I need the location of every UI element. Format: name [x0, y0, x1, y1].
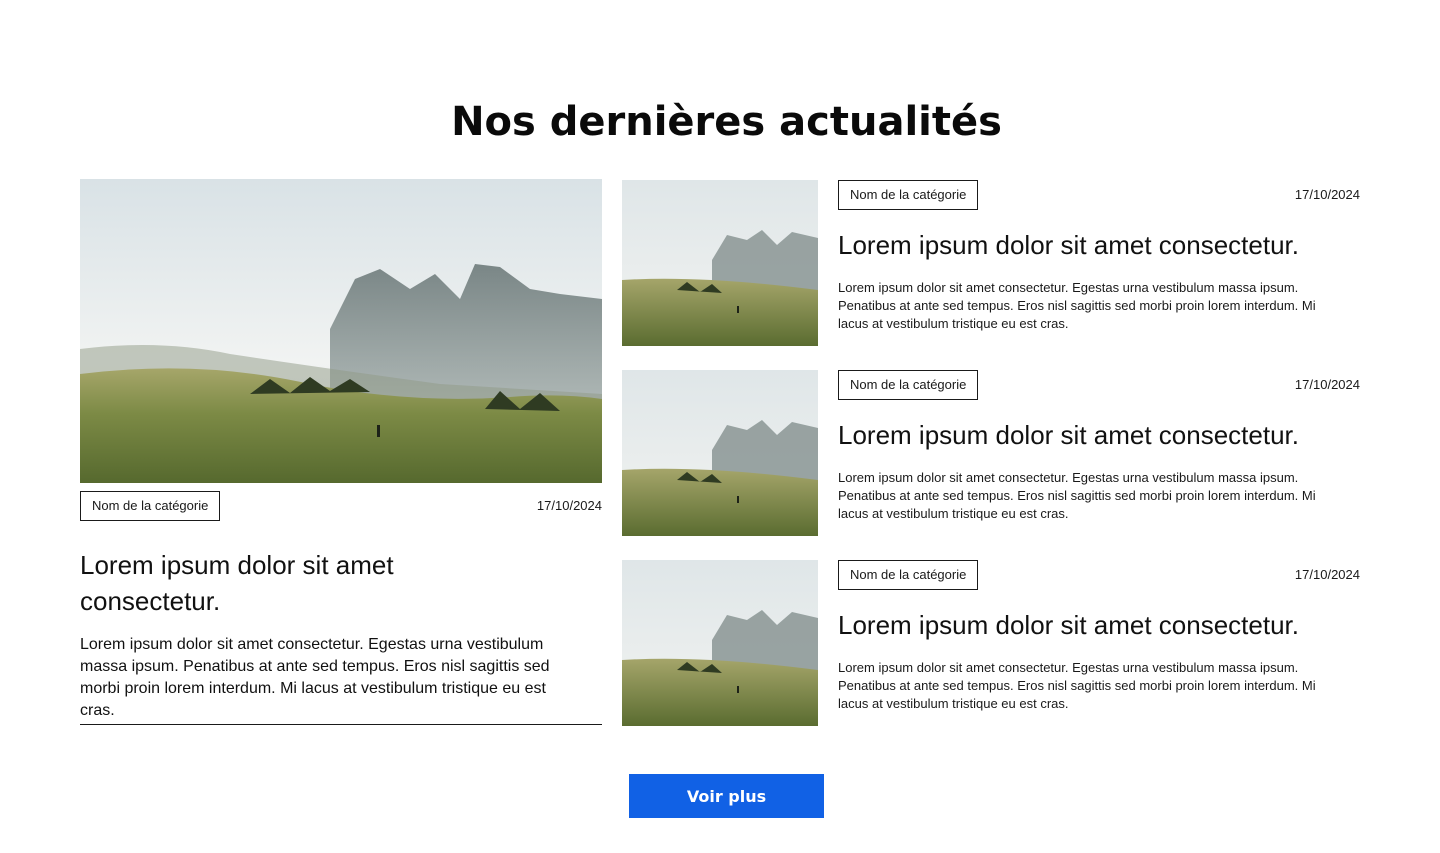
landscape-photo-icon	[622, 180, 818, 346]
article-title[interactable]: Lorem ipsum dolor sit amet consectetur.	[838, 609, 1378, 641]
article-thumbnail[interactable]	[622, 560, 818, 726]
article-date: 17/10/2024	[1294, 377, 1360, 392]
article-thumbnail[interactable]	[622, 180, 818, 346]
featured-category-tag[interactable]: Nom de la catégorie	[80, 491, 221, 521]
article-excerpt: Lorem ipsum dolor sit amet consectetur. …	[838, 660, 1316, 711]
article-category-tag[interactable]: Nom de la catégorie	[838, 560, 979, 590]
article-category-tag[interactable]: Nom de la catégorie	[838, 370, 979, 400]
landscape-photo-icon	[622, 560, 818, 726]
featured-title[interactable]: Lorem ipsum dolor sit amet consectetur.	[80, 547, 400, 619]
featured-excerpt: Lorem ipsum dolor sit amet consectetur. …	[80, 636, 550, 719]
article-title[interactable]: Lorem ipsum dolor sit amet consectetur.	[838, 419, 1378, 451]
section-title: Nos dernières actualités	[451, 99, 1002, 145]
featured-divider	[80, 724, 602, 725]
article-title[interactable]: Lorem ipsum dolor sit amet consectetur.	[838, 229, 1378, 261]
landscape-photo-icon	[80, 179, 602, 483]
article-excerpt: Lorem ipsum dolor sit amet consectetur. …	[838, 280, 1316, 331]
article-thumbnail[interactable]	[622, 370, 818, 536]
article-excerpt: Lorem ipsum dolor sit amet consectetur. …	[838, 470, 1316, 521]
voir-plus-button[interactable]: Voir plus	[629, 774, 824, 818]
featured-image[interactable]	[80, 179, 602, 483]
featured-date: 17/10/2024	[536, 498, 602, 513]
article-date: 17/10/2024	[1294, 567, 1360, 582]
article-category-tag[interactable]: Nom de la catégorie	[838, 180, 979, 210]
landscape-photo-icon	[622, 370, 818, 536]
article-date: 17/10/2024	[1294, 187, 1360, 202]
